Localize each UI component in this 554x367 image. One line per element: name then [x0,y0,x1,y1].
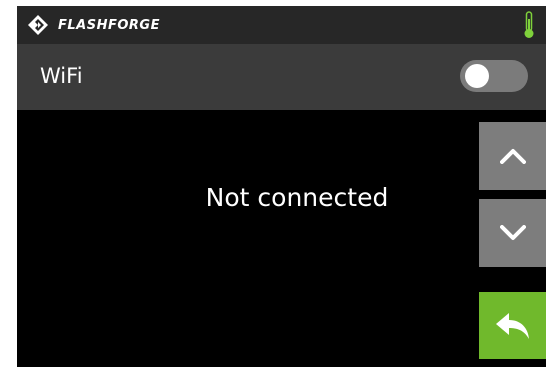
scroll-down-button[interactable] [479,199,546,267]
back-button[interactable] [479,292,546,359]
scroll-up-button[interactable] [479,122,546,190]
wifi-label: WiFi [40,64,83,88]
brand-name: FLASHFORGE [58,17,160,33]
wifi-toggle[interactable] [460,60,528,92]
wifi-settings-row: WiFi [17,44,546,110]
flashforge-diamond-icon [28,15,48,35]
chevron-down-icon [499,225,526,240]
app-frame: FLASHFORGE WiFi Not connected [0,0,554,367]
brand-logo: FLASHFORGE [27,13,160,37]
wifi-toggle-knob [465,64,489,88]
back-arrow-icon [495,312,529,339]
chevron-up-icon [499,149,526,164]
top-bar: FLASHFORGE [17,6,546,44]
printer-screen: FLASHFORGE WiFi Not connected [17,6,546,367]
thermometer-icon [524,11,534,38]
connection-status: Not connected [205,183,389,212]
